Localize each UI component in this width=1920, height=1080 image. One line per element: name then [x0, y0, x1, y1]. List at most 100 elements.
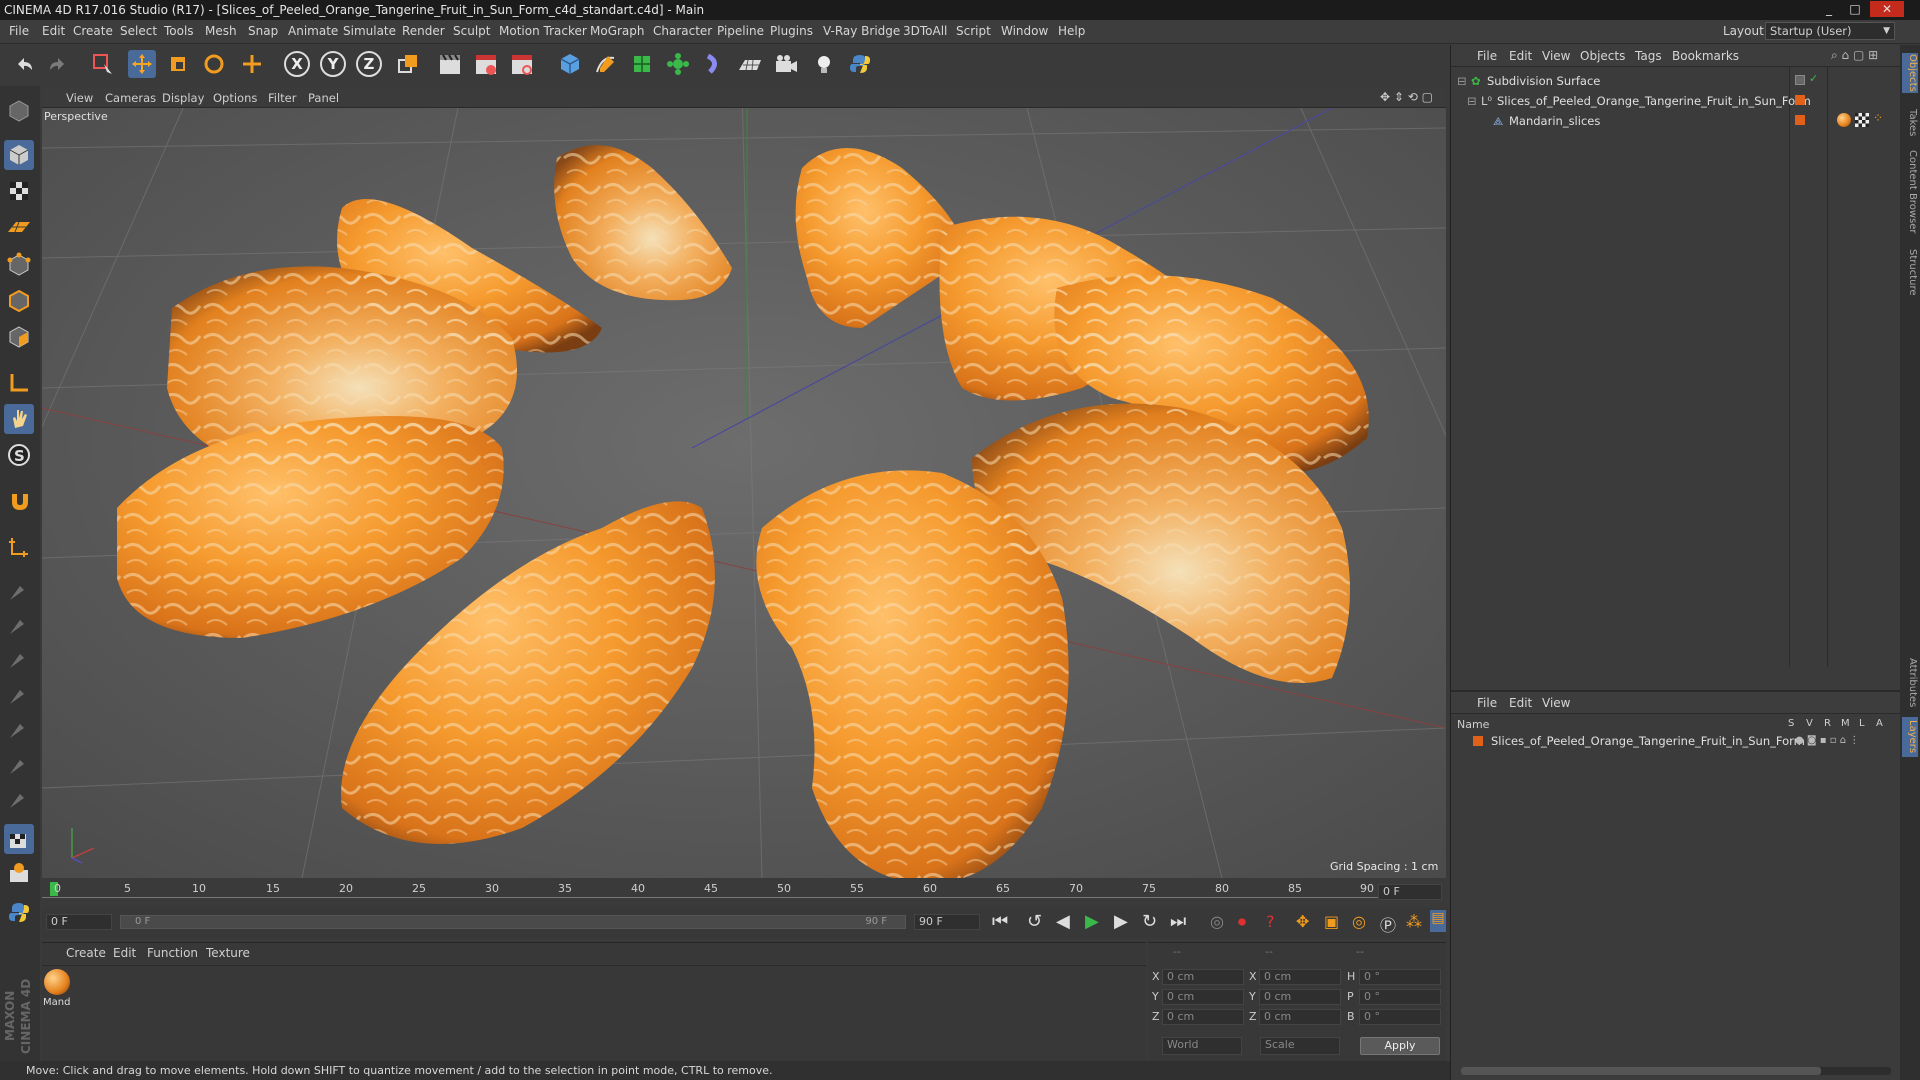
brush-tool-5[interactable] — [4, 714, 34, 744]
render-picture-viewer-button[interactable] — [472, 50, 500, 78]
tab-attributes[interactable]: Attributes — [1902, 655, 1918, 711]
menu-edit[interactable]: Edit — [42, 24, 65, 38]
key-move-icon[interactable]: ✥ — [1296, 912, 1309, 931]
material-tag-icon[interactable] — [1837, 113, 1851, 127]
apply-button[interactable]: Apply — [1360, 1037, 1440, 1055]
rotation-h-field[interactable]: 0 ° — [1359, 969, 1441, 985]
coordinate-system-button[interactable] — [394, 50, 422, 78]
viewport[interactable] — [42, 88, 1446, 878]
timeline-ruler[interactable]: 0 5 10 15 20 25 30 35 40 45 50 55 60 65 … — [42, 880, 1446, 908]
layer-color-swatch[interactable] — [1795, 115, 1805, 125]
light-button[interactable] — [810, 50, 838, 78]
menu-simulate[interactable]: Simulate — [343, 24, 396, 38]
python-console-button[interactable] — [4, 898, 34, 928]
layer-menu-file[interactable]: File — [1477, 696, 1497, 710]
tab-takes[interactable]: Takes — [1902, 105, 1918, 141]
deformer-button[interactable] — [700, 50, 728, 78]
menu-pipeline[interactable]: Pipeline — [717, 24, 764, 38]
key-scale-icon[interactable]: ▣ — [1324, 912, 1339, 931]
coordinate-mode-dropdown[interactable]: World — [1162, 1037, 1242, 1055]
horizontal-scrollbar[interactable] — [1461, 1067, 1891, 1075]
enabled-check-icon[interactable]: ✓ — [1809, 72, 1818, 85]
key-rotate-icon[interactable]: ◎ — [1352, 912, 1366, 931]
z-axis-lock-button[interactable]: Z — [356, 51, 382, 77]
frame-range-slider[interactable]: 0 F 90 F — [120, 915, 906, 929]
menu-select[interactable]: Select — [120, 24, 157, 38]
position-z-field[interactable]: 0 cm — [1162, 1009, 1244, 1025]
menu-file[interactable]: File — [9, 24, 29, 38]
object-menu-view[interactable]: View — [1542, 49, 1570, 63]
key-pla-icon[interactable]: ⁂ — [1406, 912, 1422, 931]
python-button[interactable] — [846, 50, 874, 78]
tab-structure[interactable]: Structure — [1902, 245, 1918, 299]
object-row-mesh[interactable]: ⟁ Mandarin_slices — [1451, 111, 1781, 131]
tree-collapse-icon[interactable]: ⊟ — [1457, 71, 1467, 91]
tab-content-browser[interactable]: Content Browser — [1902, 147, 1918, 237]
tree-collapse-icon[interactable]: ⊟ — [1467, 91, 1477, 111]
size-y-field[interactable]: 0 cm — [1259, 989, 1341, 1005]
brush-tool-7[interactable] — [4, 784, 34, 814]
move-tool-button[interactable] — [128, 50, 156, 78]
viewport-menu-display[interactable]: Display — [162, 91, 204, 105]
next-frame-icon[interactable]: ▶ — [1114, 911, 1128, 932]
texture-mode-button[interactable] — [4, 176, 34, 206]
size-z-field[interactable]: 0 cm — [1259, 1009, 1341, 1025]
tweak-mode-button[interactable] — [4, 404, 34, 434]
undo-button[interactable] — [10, 50, 38, 78]
model-mode-button[interactable] — [4, 96, 34, 126]
layer-row[interactable]: Slices_of_Peeled_Orange_Tangerine_Fruit_… — [1451, 731, 1891, 751]
magnet-button[interactable] — [4, 486, 34, 516]
cube-object-button[interactable] — [556, 50, 584, 78]
previous-key-icon[interactable]: ↺ — [1027, 911, 1042, 932]
edges-mode-button[interactable] — [4, 286, 34, 316]
spline-pen-button[interactable] — [592, 50, 620, 78]
menu-mesh[interactable]: Mesh — [205, 24, 237, 38]
menu-3dtoall[interactable]: 3DToAll — [903, 24, 947, 38]
layer-toggles[interactable]: ● ◙ ▪ ▫ ⌂ ⋮ — [1795, 731, 1859, 751]
scale-tool-button[interactable] — [164, 50, 192, 78]
live-selection-button[interactable] — [88, 50, 116, 78]
menu-render[interactable]: Render — [402, 24, 445, 38]
rotate-tool-button[interactable] — [200, 50, 228, 78]
material-menu-edit[interactable]: Edit — [113, 946, 136, 960]
rotation-b-field[interactable]: 0 ° — [1359, 1009, 1441, 1025]
render-view-button[interactable] — [436, 50, 464, 78]
redo-button[interactable] — [44, 50, 72, 78]
menu-character[interactable]: Character — [653, 24, 712, 38]
object-row-null[interactable]: ⊟ L⁰ Slices_of_Peeled_Orange_Tangerine_F… — [1451, 91, 1811, 111]
position-x-field[interactable]: 0 cm — [1162, 969, 1244, 985]
current-frame-field[interactable]: 0 F — [1378, 884, 1442, 900]
tab-layers[interactable]: Layers — [1902, 717, 1918, 757]
brush-tool-2[interactable] — [4, 610, 34, 640]
menu-snap[interactable]: Snap — [248, 24, 278, 38]
layer-menu-edit[interactable]: Edit — [1509, 696, 1532, 710]
rotation-p-field[interactable]: 0 ° — [1359, 989, 1441, 1005]
menu-create[interactable]: Create — [73, 24, 113, 38]
render-settings-button[interactable] — [508, 50, 536, 78]
snap-button[interactable]: S — [4, 440, 34, 470]
viewport-menu-options[interactable]: Options — [213, 91, 257, 105]
axis-mode-button[interactable] — [4, 368, 34, 398]
object-row-subdivision[interactable]: ⊟ ✿ Subdivision Surface — [1451, 71, 1781, 91]
object-menu-tags[interactable]: Tags — [1635, 49, 1662, 63]
menu-tools[interactable]: Tools — [164, 24, 194, 38]
start-frame-field[interactable]: 0 F — [46, 914, 112, 930]
y-axis-lock-button[interactable]: Y — [320, 51, 346, 77]
viewport-menu-view[interactable]: View — [66, 91, 93, 105]
viewport-menu-cameras[interactable]: Cameras — [105, 91, 156, 105]
maximize-button[interactable]: □ — [1844, 1, 1866, 17]
close-button[interactable]: ✕ — [1870, 1, 1904, 17]
record-icon[interactable]: ⏺ — [1238, 912, 1246, 932]
timeline-layout-icon[interactable]: ▤ — [1430, 910, 1446, 932]
phong-tag-icon[interactable]: ⁘ — [1873, 111, 1883, 125]
material-menu-function[interactable]: Function — [147, 946, 198, 960]
material-menu-create[interactable]: Create — [66, 946, 106, 960]
texture-tag-icon[interactable] — [1855, 113, 1869, 127]
paint-tool-button[interactable] — [4, 824, 34, 854]
layout-dropdown[interactable]: Startup (User) ▼ — [1765, 22, 1895, 40]
layer-menu-view[interactable]: View — [1542, 696, 1570, 710]
tab-objects[interactable]: Objects — [1902, 53, 1918, 93]
object-menu-bookmarks[interactable]: Bookmarks — [1672, 49, 1739, 63]
brush-tool-4[interactable] — [4, 680, 34, 710]
transform-tool-button[interactable] — [238, 50, 266, 78]
